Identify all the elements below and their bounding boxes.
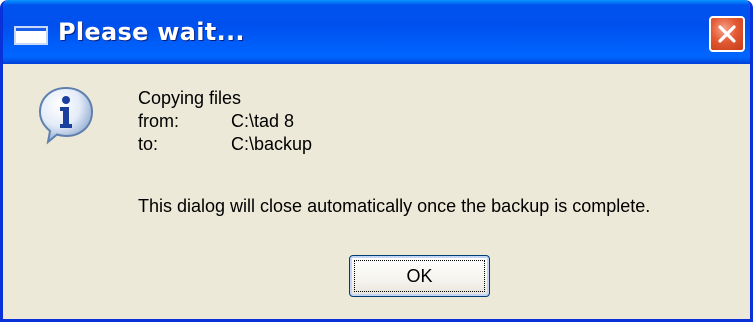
window-title: Please wait...: [58, 18, 245, 46]
dialog-window: Please wait... Copying files from: C:\ta…: [0, 0, 753, 322]
ok-button-label: OK: [354, 260, 485, 292]
from-label: from:: [138, 111, 180, 131]
dialog-body: Copying files from: C:\tad 8 to: C:\back…: [3, 64, 750, 319]
auto-close-note: This dialog will close automatically onc…: [138, 196, 651, 216]
to-path: C:\backup: [231, 134, 313, 154]
close-button[interactable]: [709, 16, 745, 52]
from-path: C:\tad 8: [231, 111, 295, 131]
message-line-copying: Copying files: [138, 88, 242, 108]
ok-button[interactable]: OK: [349, 255, 490, 297]
info-icon: [38, 86, 94, 145]
close-icon: [718, 25, 736, 43]
to-label: to:: [138, 134, 159, 154]
title-bar[interactable]: Please wait...: [3, 0, 750, 64]
window-icon: [14, 26, 48, 45]
